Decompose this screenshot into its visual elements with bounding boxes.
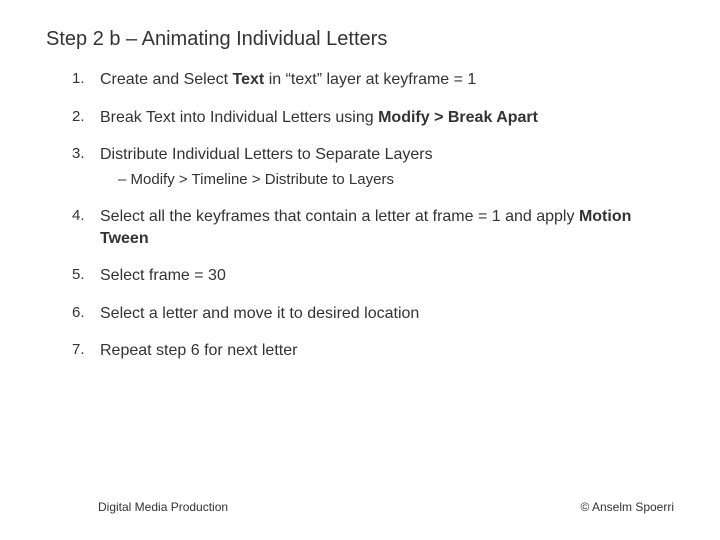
step-item: 7. Repeat step 6 for next letter [72, 340, 680, 362]
step-text: Break Text into Individual Letters using… [100, 109, 538, 126]
footer: Digital Media Production © Anselm Spoerr… [0, 500, 720, 514]
slide-title: Step 2 b – Animating Individual Letters [46, 28, 680, 51]
step-item: 1. Create and Select Text in “text” layer… [72, 69, 680, 91]
step-item: 6. Select a letter and move it to desired… [72, 303, 680, 325]
step-text: Repeat step 6 for next letter [100, 342, 297, 359]
step-text: Distribute Individual Letters to Separat… [100, 146, 433, 163]
step-text: Select all the keyframes that contain a … [100, 208, 631, 247]
step-item: 4. Select all the keyframes that contain … [72, 206, 680, 249]
step-number: 4. [72, 206, 85, 226]
slide: Step 2 b – Animating Individual Letters … [0, 0, 720, 540]
step-number: 5. [72, 265, 85, 285]
step-text: Create and Select Text in “text” layer a… [100, 71, 476, 88]
step-text: Select a letter and move it to desired l… [100, 305, 419, 322]
step-item: 3. Distribute Individual Letters to Separ… [72, 144, 680, 190]
step-text: Select frame = 30 [100, 267, 226, 284]
steps-list: 1. Create and Select Text in “text” layer… [46, 69, 680, 362]
step-subtext: – Modify > Timeline > Distribute to Laye… [100, 170, 680, 190]
step-item: 2. Break Text into Individual Letters usi… [72, 107, 680, 129]
step-item: 5. Select frame = 30 [72, 265, 680, 287]
footer-right: © Anselm Spoerri [580, 500, 674, 514]
step-number: 2. [72, 107, 85, 127]
step-number: 6. [72, 303, 85, 323]
step-number: 3. [72, 144, 85, 164]
step-number: 1. [72, 69, 85, 89]
step-number: 7. [72, 340, 85, 360]
footer-left: Digital Media Production [98, 500, 228, 514]
